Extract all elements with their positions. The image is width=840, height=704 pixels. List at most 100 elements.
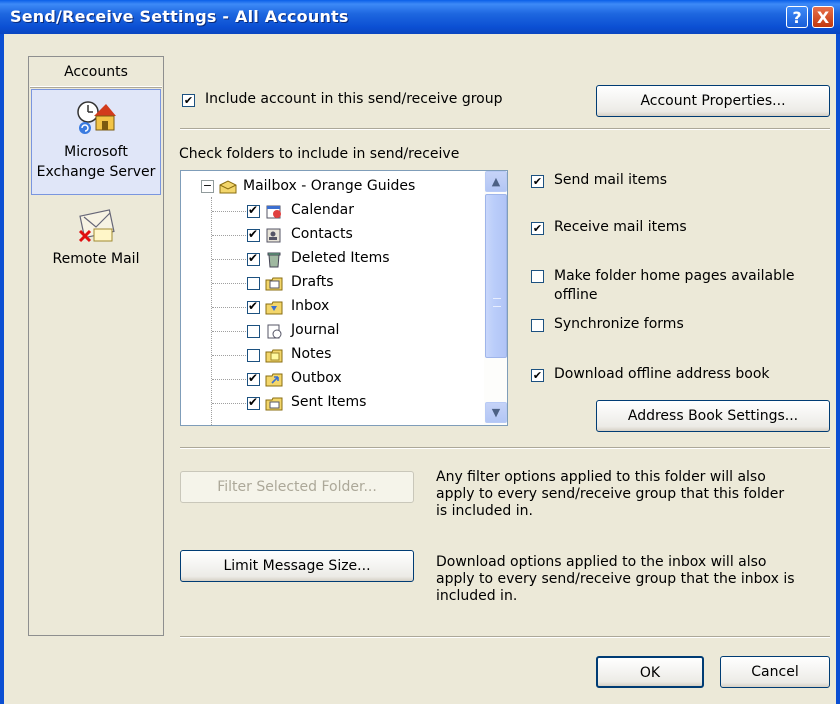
tree-connector	[212, 283, 246, 284]
folder-label: Notes	[291, 346, 332, 362]
include-account-label[interactable]: Include account in this send/receive gro…	[205, 91, 503, 107]
title-bar[interactable]: Send/Receive Settings - All Accounts ? X	[0, 0, 840, 34]
folder-label: Inbox	[291, 298, 330, 314]
account-item-remote-mail[interactable]: Remote Mail	[31, 199, 161, 279]
inbox-icon	[265, 301, 283, 315]
tree-row[interactable]: Drafts	[181, 272, 481, 295]
drafts-icon	[265, 277, 283, 291]
home-pages-label-line1[interactable]: Make folder home pages available	[554, 268, 794, 284]
window-frame-left	[0, 34, 4, 704]
limit-message-size-button[interactable]: Limit Message Size...	[180, 550, 414, 582]
tree-connector	[212, 355, 246, 356]
folder-checkbox-outbox[interactable]	[247, 371, 260, 386]
folder-label: Calendar	[291, 202, 354, 218]
tree-row[interactable]: Inbox	[181, 296, 481, 319]
close-button[interactable]: X	[812, 6, 834, 28]
folder-checkbox-drafts[interactable]	[247, 277, 260, 290]
sync-forms-checkbox[interactable]	[531, 319, 544, 332]
offline-address-book-label[interactable]: Download offline address book	[554, 366, 770, 382]
tree-connector	[212, 307, 246, 308]
account-item-remote-mail-label: Remote Mail	[52, 251, 140, 267]
help-button[interactable]: ?	[786, 6, 808, 28]
account-item-exchange-label: Microsoft Exchange Server	[36, 144, 156, 180]
account-item-exchange[interactable]: Microsoft Exchange Server	[31, 89, 161, 195]
limit-description-line1: Download options applied to the inbox wi…	[436, 554, 767, 570]
window-title: Send/Receive Settings - All Accounts	[10, 7, 349, 26]
folder-label: Contacts	[291, 226, 353, 242]
folder-label: Deleted Items	[291, 250, 390, 266]
scroll-grip-icon	[493, 298, 501, 307]
home-pages-label-line2[interactable]: offline	[554, 287, 597, 303]
mailbox-label: Mailbox - Orange Guides	[243, 178, 416, 194]
tree-row[interactable]: Contacts	[181, 224, 481, 247]
send-mail-label[interactable]: Send mail items	[554, 172, 667, 188]
receive-mail-label[interactable]: Receive mail items	[554, 219, 687, 235]
tree-connector	[212, 403, 246, 404]
sent-items-icon	[265, 397, 283, 411]
folder-checkbox-contacts[interactable]	[247, 227, 260, 242]
tree-row[interactable]: Notes	[181, 344, 481, 367]
deleted-items-icon	[267, 252, 281, 268]
outbox-icon	[265, 373, 283, 387]
tree-connector	[212, 259, 246, 260]
mailbox-icon	[219, 180, 237, 194]
offline-address-book-checkbox[interactable]	[531, 369, 544, 382]
tree-connector	[212, 235, 246, 236]
folder-tree[interactable]: − Mailbox - Orange Guides Calendar	[180, 170, 508, 426]
filter-description-line3: is included in.	[436, 503, 533, 519]
bottom-separator	[180, 636, 830, 638]
limit-description-line2: apply to every send/receive group that t…	[436, 571, 795, 587]
tree-row[interactable]: Outbox	[181, 368, 481, 391]
account-properties-button[interactable]: Account Properties...	[596, 85, 830, 117]
folder-label: Sent Items	[291, 394, 367, 410]
folder-label: Drafts	[291, 274, 334, 290]
folder-checkbox-calendar[interactable]	[247, 203, 260, 218]
send-mail-checkbox[interactable]	[531, 175, 544, 188]
sync-forms-label[interactable]: Synchronize forms	[554, 316, 684, 332]
scroll-thumb[interactable]	[485, 194, 507, 358]
scroll-down-button[interactable]: ▼	[485, 402, 507, 423]
exchange-server-icon	[77, 101, 116, 134]
accounts-panel: Accounts Microsoft Exchange Server Remot…	[28, 56, 164, 636]
folder-checkbox-notes[interactable]	[247, 349, 260, 362]
cancel-button[interactable]: Cancel	[720, 656, 830, 688]
address-book-settings-button[interactable]: Address Book Settings...	[596, 400, 830, 432]
tree-connector	[212, 379, 246, 380]
limit-description-line3: included in.	[436, 588, 518, 604]
home-pages-checkbox[interactable]	[531, 270, 544, 283]
contacts-icon	[266, 228, 281, 243]
tree-row[interactable]: Sent Items	[181, 392, 481, 415]
window-frame-right	[836, 34, 840, 704]
calendar-icon	[266, 205, 281, 219]
folder-label: Journal	[291, 322, 340, 338]
filter-description-line2: apply to every send/receive group that t…	[436, 486, 785, 502]
middle-separator	[180, 447, 830, 449]
tree-row[interactable]: Journal	[181, 320, 481, 343]
tree-row[interactable]: Calendar	[181, 200, 481, 223]
scroll-up-button[interactable]: ▲	[485, 171, 507, 192]
folder-checkbox-sent-items[interactable]	[247, 395, 260, 410]
folder-checkbox-deleted-items[interactable]	[247, 251, 260, 266]
top-separator	[180, 128, 830, 130]
ok-button[interactable]: OK	[596, 656, 704, 688]
limit-description: Download options applied to the inbox wi…	[436, 554, 816, 605]
folder-tree-scrollbar[interactable]: ▲ ▼	[484, 171, 507, 425]
send-receive-settings-dialog: Send/Receive Settings - All Accounts ? X…	[0, 0, 840, 704]
folder-label: Outbox	[291, 370, 342, 386]
filter-selected-folder-button[interactable]: Filter Selected Folder...	[180, 471, 414, 503]
tree-connector	[212, 331, 246, 332]
tree-connector	[212, 211, 246, 212]
include-account-checkbox[interactable]	[182, 94, 195, 107]
folder-checkbox-journal[interactable]	[247, 325, 260, 338]
journal-icon	[267, 324, 282, 339]
notes-icon	[265, 349, 283, 363]
collapse-expander[interactable]: −	[201, 180, 214, 193]
folders-heading: Check folders to include in send/receive	[179, 146, 460, 162]
tree-row-mailbox[interactable]: − Mailbox - Orange Guides	[181, 176, 481, 199]
receive-mail-checkbox[interactable]	[531, 222, 544, 235]
folder-checkbox-inbox[interactable]	[247, 299, 260, 314]
tree-row[interactable]: Deleted Items	[181, 248, 481, 271]
filter-description: Any filter options applied to this folde…	[436, 469, 816, 520]
remote-mail-icon	[78, 209, 115, 243]
accounts-header: Accounts	[30, 58, 162, 87]
